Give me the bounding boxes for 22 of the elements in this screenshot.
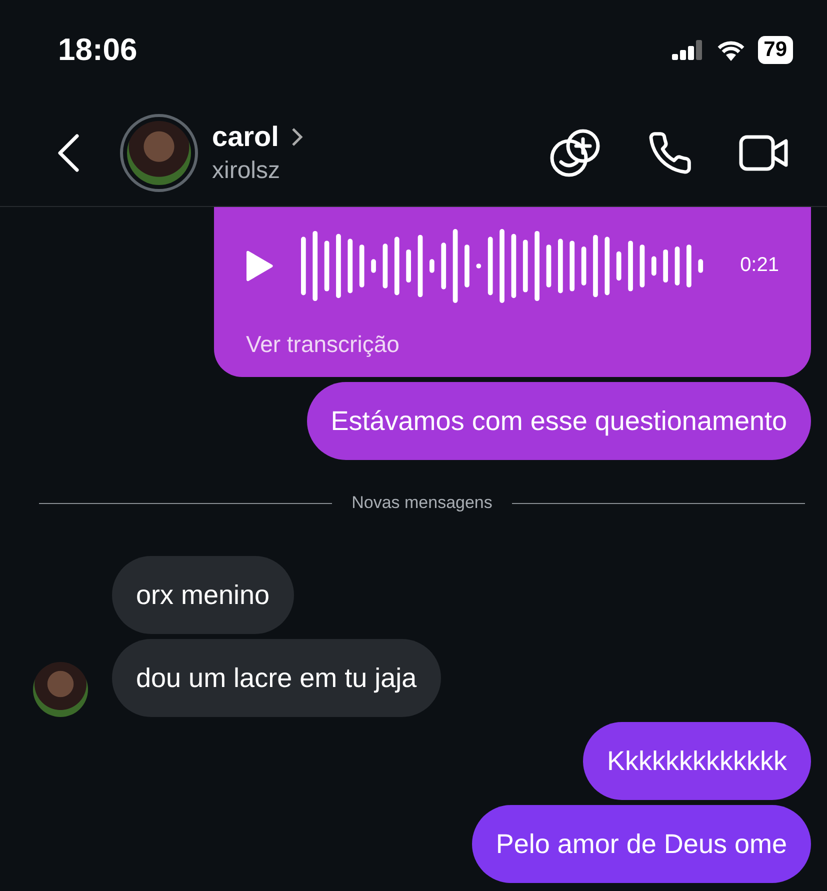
video-camera-icon[interactable] xyxy=(739,133,789,173)
audio-message[interactable]: 0:21 Ver transcrição xyxy=(214,207,811,377)
transcription-link[interactable]: Ver transcrição xyxy=(246,330,779,358)
message-bubble: Estávamos com esse questionamento xyxy=(306,382,811,460)
play-icon[interactable] xyxy=(246,250,274,282)
profile-avatar[interactable] xyxy=(120,114,198,192)
contact-name[interactable]: carol xyxy=(212,121,279,153)
audio-duration: 0:21 xyxy=(740,254,779,277)
contact-username: xirolsz xyxy=(212,157,282,185)
signal-icon xyxy=(672,40,704,60)
smiley-plus-icon[interactable] xyxy=(549,128,601,178)
back-icon[interactable] xyxy=(56,134,80,172)
battery-level: 79 xyxy=(758,36,793,64)
message-bubble: orx menino xyxy=(112,556,294,634)
message-bubble: Kkkkkkkkkkkkk xyxy=(582,722,811,800)
chevron-icon xyxy=(290,127,303,147)
new-messages-divider: Novas mensagens xyxy=(352,493,492,513)
phone-icon[interactable] xyxy=(647,130,693,176)
message-bubble: dou um lacre em tu jaja xyxy=(112,639,441,717)
status-time: 18:06 xyxy=(58,32,138,68)
wifi-icon xyxy=(716,39,746,61)
message-bubble: Pelo amor de Deus ome xyxy=(472,805,811,883)
